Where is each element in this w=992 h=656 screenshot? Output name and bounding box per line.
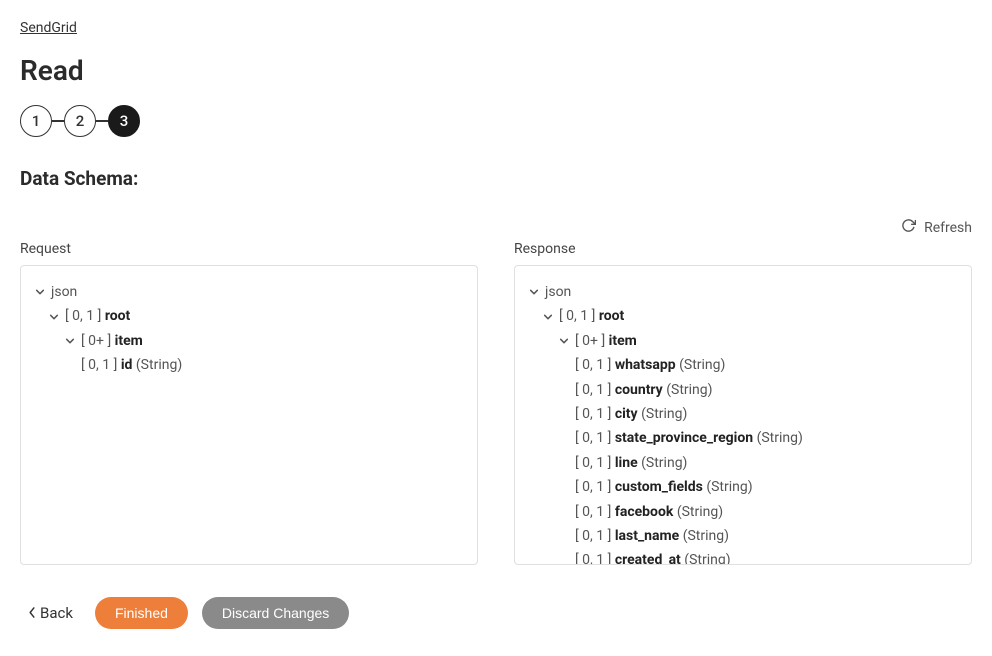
request-column: Request json[ 0, 1 ] root [ 0+ ] item[ 0,… — [20, 241, 478, 565]
response-tree: json[ 0, 1 ] root [ 0+ ] item[ 0, 1 ] wha… — [525, 280, 961, 565]
tree-node-label: [ 0, 1 ] state_province_region (String) — [575, 427, 803, 449]
tree-node-label: [ 0, 1 ] facebook (String) — [575, 501, 723, 523]
chevron-down-icon[interactable] — [65, 336, 75, 346]
chevron-down-icon[interactable] — [543, 312, 553, 322]
step-1[interactable]: 1 — [20, 105, 52, 137]
breadcrumb-link[interactable]: SendGrid — [20, 20, 77, 36]
tree-node[interactable]: [ 0, 1 ] facebook (String) — [525, 500, 961, 524]
tree-node[interactable]: [ 0, 1 ] city (String) — [525, 402, 961, 426]
step-3[interactable]: 3 — [108, 105, 140, 137]
tree-node[interactable]: [ 0+ ] item — [525, 329, 961, 353]
tree-node-label: [ 0, 1 ] city (String) — [575, 403, 687, 425]
tree-node[interactable]: json — [31, 280, 467, 304]
tree-node[interactable]: [ 0, 1 ] id (String) — [31, 353, 467, 377]
refresh-label: Refresh — [924, 220, 972, 236]
request-tree: json[ 0, 1 ] root [ 0+ ] item[ 0, 1 ] id … — [31, 280, 467, 378]
tree-node-label: [ 0+ ] item — [81, 330, 143, 352]
tree-node[interactable]: [ 0, 1 ] line (String) — [525, 451, 961, 475]
tree-node-label: [ 0, 1 ] country (String) — [575, 379, 713, 401]
back-button[interactable]: Back — [20, 598, 81, 628]
tree-node[interactable]: [ 0, 1 ] state_province_region (String) — [525, 426, 961, 450]
tree-node[interactable]: [ 0, 1 ] last_name (String) — [525, 524, 961, 548]
finished-button[interactable]: Finished — [95, 597, 188, 629]
page-title: Read — [20, 54, 972, 87]
response-label: Response — [514, 241, 576, 257]
tree-node-label: [ 0, 1 ] created_at (String) — [575, 549, 731, 565]
chevron-left-icon — [28, 604, 36, 622]
tree-node[interactable]: [ 0, 1 ] whatsapp (String) — [525, 353, 961, 377]
tree-node-label: [ 0, 1 ] whatsapp (String) — [575, 354, 725, 376]
tree-node-label: [ 0, 1 ] line (String) — [575, 452, 687, 474]
tree-node-label: [ 0+ ] item — [575, 330, 637, 352]
footer-actions: Back Finished Discard Changes — [20, 597, 972, 629]
response-panel: json[ 0, 1 ] root [ 0+ ] item[ 0, 1 ] wha… — [514, 265, 972, 565]
tree-node[interactable]: [ 0, 1 ] created_at (String) — [525, 548, 961, 565]
tree-node-label: json — [545, 281, 571, 303]
tree-node[interactable]: [ 0, 1 ] country (String) — [525, 378, 961, 402]
tree-node[interactable]: [ 0, 1 ] custom_fields (String) — [525, 475, 961, 499]
step-2[interactable]: 2 — [64, 105, 96, 137]
schema-row: Request json[ 0, 1 ] root[ 0+ ] item[ 0,… — [20, 241, 972, 565]
tree-node-label: [ 0, 1 ] root — [65, 305, 130, 327]
refresh-button[interactable]: Refresh — [901, 218, 972, 237]
tree-node[interactable]: [ 0+ ] item — [31, 329, 467, 353]
chevron-down-icon[interactable] — [529, 287, 539, 297]
step-connector — [96, 120, 108, 122]
stepper: 1 2 3 — [20, 105, 972, 137]
chevron-down-icon[interactable] — [49, 312, 59, 322]
tree-node-label: [ 0, 1 ] id (String) — [81, 354, 182, 376]
chevron-down-icon[interactable] — [35, 287, 45, 297]
tree-node[interactable]: [ 0, 1 ] root — [31, 304, 467, 328]
breadcrumb: SendGrid — [20, 20, 972, 36]
tree-node[interactable]: [ 0, 1 ] root — [525, 304, 961, 328]
tree-node-label: [ 0, 1 ] last_name (String) — [575, 525, 729, 547]
request-panel: json[ 0, 1 ] root [ 0+ ] item[ 0, 1 ] id … — [20, 265, 478, 565]
refresh-icon — [901, 218, 916, 237]
discard-button[interactable]: Discard Changes — [202, 597, 349, 629]
back-label: Back — [40, 604, 73, 622]
step-connector — [52, 120, 64, 122]
tree-node[interactable]: json — [525, 280, 961, 304]
chevron-down-icon[interactable] — [559, 336, 569, 346]
tree-node-label: [ 0, 1 ] custom_fields (String) — [575, 476, 753, 498]
tree-node-label: [ 0, 1 ] root — [559, 305, 624, 327]
request-label: Request — [20, 241, 71, 257]
tree-node-label: json — [51, 281, 77, 303]
section-title: Data Schema: — [20, 167, 972, 190]
response-column: Response json[ 0, 1 ] root[ 0+ ] item[ 0… — [514, 241, 972, 565]
